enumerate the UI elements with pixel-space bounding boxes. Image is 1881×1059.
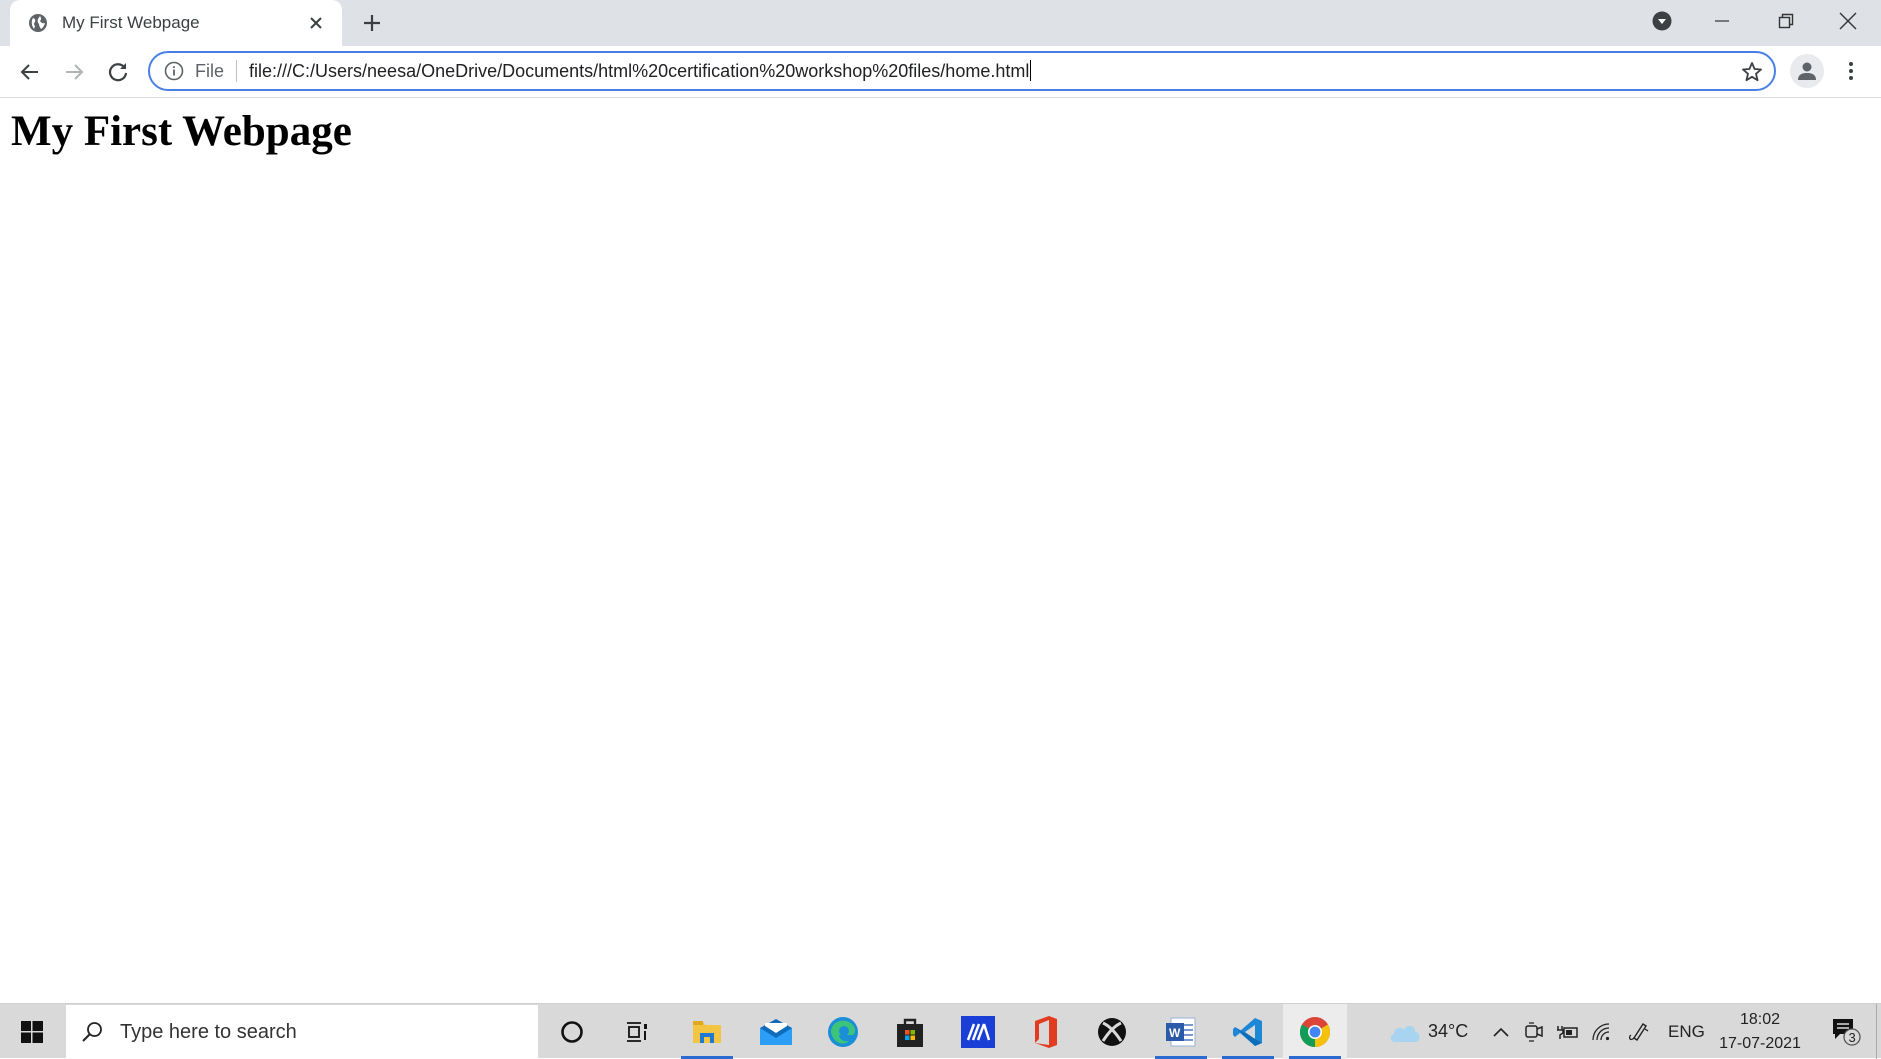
taskbar-mathpix[interactable] [946, 1004, 1010, 1059]
taskbar-cortana[interactable] [540, 1004, 604, 1059]
close-window-button[interactable] [1818, 0, 1878, 42]
minimize-icon [1715, 20, 1729, 22]
taskbar-chrome[interactable] [1283, 1004, 1347, 1059]
taskbar-word[interactable]: W [1149, 1004, 1213, 1059]
tab-close-button[interactable] [304, 11, 328, 35]
minimize-button[interactable] [1692, 0, 1752, 42]
browser-tab[interactable]: My First Webpage [10, 0, 342, 46]
taskbar-vscode[interactable] [1216, 1004, 1280, 1059]
kebab-menu-icon [1849, 62, 1853, 80]
web-page-content: My First Webpage [0, 99, 1881, 1003]
notification-center-button[interactable]: 3 [1822, 1004, 1872, 1059]
back-arrow-icon [20, 64, 38, 80]
tray-pen[interactable] [1622, 1004, 1654, 1059]
taskbar-task-view[interactable] [606, 1004, 670, 1059]
new-tab-button[interactable] [358, 9, 386, 37]
notification-count: 3 [1849, 1030, 1856, 1045]
globe-icon [29, 14, 47, 32]
bookmark-button[interactable] [1740, 60, 1764, 84]
reload-button[interactable] [100, 54, 136, 90]
taskbar-search-box[interactable]: Type here to search [66, 1005, 538, 1059]
forward-arrow-icon [66, 64, 84, 80]
restore-button[interactable] [1756, 0, 1816, 42]
show-desktop-button[interactable] [1876, 1004, 1881, 1059]
reload-icon [108, 63, 128, 82]
office-icon [1035, 1015, 1057, 1048]
browser-menu-button[interactable] [1836, 54, 1866, 88]
system-clock[interactable]: 18:02 17-07-2021 [1710, 1008, 1810, 1056]
battery-charging-icon [1557, 1025, 1578, 1039]
task-view-icon [627, 1021, 647, 1042]
taskbar-xbox[interactable] [1080, 1004, 1144, 1059]
browser-toolbar: File file:///C:/Users/neesa/OneDrive/Doc… [0, 46, 1881, 98]
profile-dropdown-icon [1652, 11, 1672, 31]
star-icon [1742, 62, 1762, 82]
info-icon [164, 61, 184, 81]
show-hidden-icons-button[interactable] [1486, 1004, 1516, 1059]
tray-meet-now[interactable] [1518, 1004, 1550, 1059]
wifi-icon [1592, 1022, 1610, 1040]
forward-button[interactable] [56, 54, 92, 90]
clock-time: 18:02 [1739, 1011, 1781, 1028]
tab-strip: My First Webpage [0, 0, 1881, 46]
store-bag-icon [897, 1018, 923, 1047]
chrome-icon [1299, 1016, 1331, 1047]
taskbar-store[interactable] [878, 1004, 942, 1059]
input-language[interactable]: ENG [1668, 1022, 1705, 1042]
taskbar-mail[interactable] [744, 1004, 808, 1059]
windows-logo-icon [21, 1020, 43, 1043]
weather-widget[interactable] [1380, 1004, 1430, 1059]
url-text[interactable]: file:///C:/Users/neesa/OneDrive/Document… [249, 60, 1032, 82]
pen-icon [1628, 1022, 1649, 1041]
vscode-icon [1233, 1017, 1262, 1046]
close-icon [1839, 12, 1857, 30]
page-heading: My First Webpage [11, 108, 352, 155]
profile-button[interactable] [1790, 54, 1824, 88]
tab-search-button[interactable] [1632, 0, 1692, 42]
close-icon [310, 17, 322, 29]
folder-icon [693, 1020, 721, 1043]
taskbar-edge[interactable] [811, 1004, 875, 1059]
tray-battery[interactable] [1552, 1004, 1584, 1059]
weather-temperature[interactable]: 34°C [1428, 1021, 1468, 1042]
cloud-icon [1390, 1025, 1420, 1042]
chevron-up-icon [1493, 1027, 1509, 1037]
mail-icon [760, 1018, 792, 1045]
url-value: file:///C:/Users/neesa/OneDrive/Document… [249, 61, 1030, 81]
search-placeholder: Type here to search [120, 1020, 297, 1043]
profile-icon [1798, 62, 1816, 80]
scheme-label: File [195, 60, 225, 81]
edge-icon [828, 1016, 858, 1047]
tab-title: My First Webpage [62, 13, 200, 32]
taskbar-file-explorer[interactable] [675, 1004, 739, 1059]
word-icon: W [1166, 1017, 1196, 1046]
plus-icon [364, 15, 380, 31]
separator [236, 60, 238, 82]
tray-wifi[interactable] [1586, 1004, 1618, 1059]
windows-taskbar: Type here to search W 34°C ENG 18:02 17-… [0, 1003, 1881, 1059]
restore-icon [1778, 13, 1794, 29]
back-button[interactable] [12, 54, 48, 90]
text-caret [1030, 60, 1032, 81]
mathpix-icon [961, 1015, 995, 1048]
xbox-icon [1098, 1017, 1126, 1046]
svg-text:W: W [1169, 1026, 1181, 1040]
taskbar-office[interactable] [1013, 1004, 1077, 1059]
cortana-circle-icon [561, 1020, 583, 1043]
address-bar[interactable]: File file:///C:/Users/neesa/OneDrive/Doc… [148, 51, 1776, 91]
camera-icon [1525, 1021, 1543, 1042]
site-info-button[interactable] [163, 60, 185, 82]
start-button[interactable] [0, 1004, 64, 1059]
clock-date: 17-07-2021 [1719, 1035, 1801, 1052]
search-icon [82, 1022, 102, 1042]
notification-icon: 3 [1833, 1018, 1861, 1046]
